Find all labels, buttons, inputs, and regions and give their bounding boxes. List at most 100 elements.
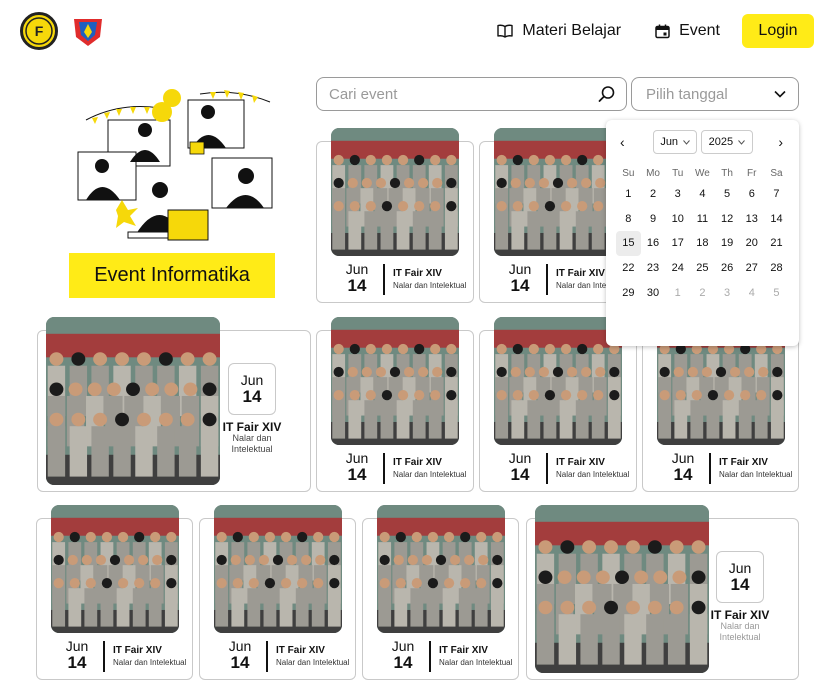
divider [266, 641, 268, 672]
calendar-day[interactable]: 4 [739, 281, 764, 306]
event-subtitle: Nalar dan Intelektual [439, 658, 513, 667]
event-informatika-button[interactable]: Event Informatika [69, 253, 275, 298]
calendar-day[interactable]: 21 [764, 231, 789, 256]
event-card[interactable]: Jun 14 IT Fair XIV Nalar dan Intelektual [199, 505, 356, 680]
calendar-day[interactable]: 14 [764, 207, 789, 232]
calendar-weekday: Tu [672, 168, 684, 179]
nav-event-label: Event [679, 22, 720, 39]
party-illustration-icon [77, 89, 273, 241]
event-title: IT Fair XIV [222, 420, 282, 434]
event-card[interactable]: Jun 14 IT Fair XIV Nalar dan Intelektual [36, 505, 193, 680]
calendar-day[interactable]: 5 [764, 281, 789, 306]
calendar-day[interactable]: 2 [641, 182, 666, 207]
event-subtitle: Nalar dan Intelektual [719, 621, 761, 642]
calendar-day[interactable]: 19 [715, 231, 740, 256]
event-subtitle: Nalar dan Intelektual [113, 658, 187, 667]
calendar-day[interactable]: 24 [665, 256, 690, 281]
event-date: Jun 14 [228, 363, 276, 415]
calendar-day[interactable]: 28 [764, 256, 789, 281]
event-card[interactable]: Jun 14 IT Fair XIV Nalar dan Intelektual [316, 317, 474, 492]
club-logo[interactable] [70, 13, 106, 49]
event-card[interactable]: Jun 14 IT Fair XIV Nalar dan Intelektual [316, 128, 474, 303]
calendar-day[interactable]: 3 [715, 281, 740, 306]
calendar-day[interactable]: 9 [641, 207, 666, 232]
search-input[interactable] [329, 85, 598, 103]
event-month: Jun [228, 638, 252, 654]
hero-illustration [50, 82, 290, 252]
calendar-weekday: Fr [747, 168, 757, 179]
group-photo-icon [494, 128, 622, 256]
event-card-featured[interactable]: Jun 14 IT Fair XIV Nalar dan Intelektual [37, 317, 311, 492]
calendar-year-select[interactable]: 2025 [701, 130, 753, 154]
svg-text:F: F [35, 23, 44, 39]
calendar-header: ‹ Jun 2025 › [606, 130, 799, 154]
calendar-day[interactable]: 13 [739, 207, 764, 232]
school-logo[interactable]: F [20, 12, 58, 50]
event-day: 14 [230, 653, 250, 672]
calendar-day[interactable]: 11 [690, 207, 715, 232]
calendar-day[interactable]: 25 [690, 256, 715, 281]
calendar-day[interactable]: 16 [641, 231, 666, 256]
event-photo [51, 505, 179, 633]
calendar-day[interactable]: 26 [715, 256, 740, 281]
calendar-day[interactable]: 12 [715, 207, 740, 232]
divider [103, 641, 105, 672]
event-card[interactable]: Jun 14 IT Fair XIV Nalar dan Intelektual [642, 317, 799, 492]
calendar-weekday: Sa [770, 168, 783, 179]
event-title: IT Fair XIV [393, 268, 442, 279]
event-day: 14 [347, 276, 367, 295]
event-month: Jun [508, 450, 532, 466]
calendar-day[interactable]: 10 [665, 207, 690, 232]
event-card[interactable]: Jun 14 IT Fair XIV Nalar dan Intelektual [479, 317, 637, 492]
event-subtitle: Nalar dan Intelektual [719, 470, 793, 479]
calendar-day[interactable]: 23 [641, 256, 666, 281]
event-info: Jun 14 IT Fair XIV Nalar dan Intelektual [220, 639, 349, 672]
event-day: 14 [347, 465, 367, 484]
main-nav: Materi Belajar Event Login [497, 14, 814, 48]
calendar-day[interactable]: 7 [764, 182, 789, 207]
calendar-weekday: Mo [646, 168, 660, 179]
calendar-day[interactable]: 1 [665, 281, 690, 306]
nav-materi-belajar[interactable]: Materi Belajar [497, 14, 621, 48]
calendar-day[interactable]: 2 [690, 281, 715, 306]
chevron-left-icon[interactable]: ‹ [620, 134, 625, 150]
calendar-day[interactable]: 20 [739, 231, 764, 256]
calendar-day[interactable]: 6 [739, 182, 764, 207]
date-picker-select[interactable]: Pilih tanggal [631, 77, 799, 111]
event-card[interactable]: Jun 14 IT Fair XIV Nalar dan Intelektual [362, 505, 519, 680]
calendar-month-select[interactable]: Jun [653, 130, 697, 154]
event-month: Jun [65, 638, 89, 654]
divider [546, 453, 548, 484]
event-info: Jun 14 IT Fair XIV Nalar dan Intelektual [383, 639, 512, 672]
event-day: 14 [393, 653, 413, 672]
event-date: Jun 14 [57, 639, 97, 672]
calendar-day[interactable]: 29 [616, 281, 641, 306]
calendar-day[interactable]: 3 [665, 182, 690, 207]
book-open-icon [497, 24, 514, 38]
calendar-day[interactable]: 5 [715, 182, 740, 207]
divider [383, 453, 385, 484]
event-date: Jun 14 [337, 262, 377, 295]
calendar-day[interactable]: 1 [616, 182, 641, 207]
calendar-day[interactable]: 27 [739, 256, 764, 281]
chevron-right-icon[interactable]: › [778, 134, 783, 150]
calendar-day-selected[interactable]: 15 [616, 231, 641, 257]
search-bar[interactable] [316, 77, 627, 111]
event-day: 14 [67, 653, 87, 672]
event-card-featured[interactable]: Jun 14 IT Fair XIV Nalar dan Intelektual [526, 505, 799, 680]
calendar-day[interactable]: 18 [690, 231, 715, 256]
calendar-day[interactable]: 8 [616, 207, 641, 232]
calendar-day[interactable]: 30 [641, 281, 666, 306]
login-button[interactable]: Login [742, 14, 814, 48]
calendar-day[interactable]: 4 [690, 182, 715, 207]
nav-event[interactable]: Event [655, 14, 720, 48]
event-month: Jun [508, 261, 532, 277]
calendar-day[interactable]: 22 [616, 256, 641, 281]
calendar-day[interactable]: 17 [665, 231, 690, 256]
group-photo-icon [377, 505, 505, 633]
search-icon[interactable] [598, 85, 616, 103]
event-photo [331, 317, 459, 445]
event-info: Jun 14 IT Fair XIV Nalar dan Intelektual [337, 451, 466, 484]
group-photo-icon [331, 317, 459, 445]
event-title: IT Fair XIV [276, 645, 325, 656]
